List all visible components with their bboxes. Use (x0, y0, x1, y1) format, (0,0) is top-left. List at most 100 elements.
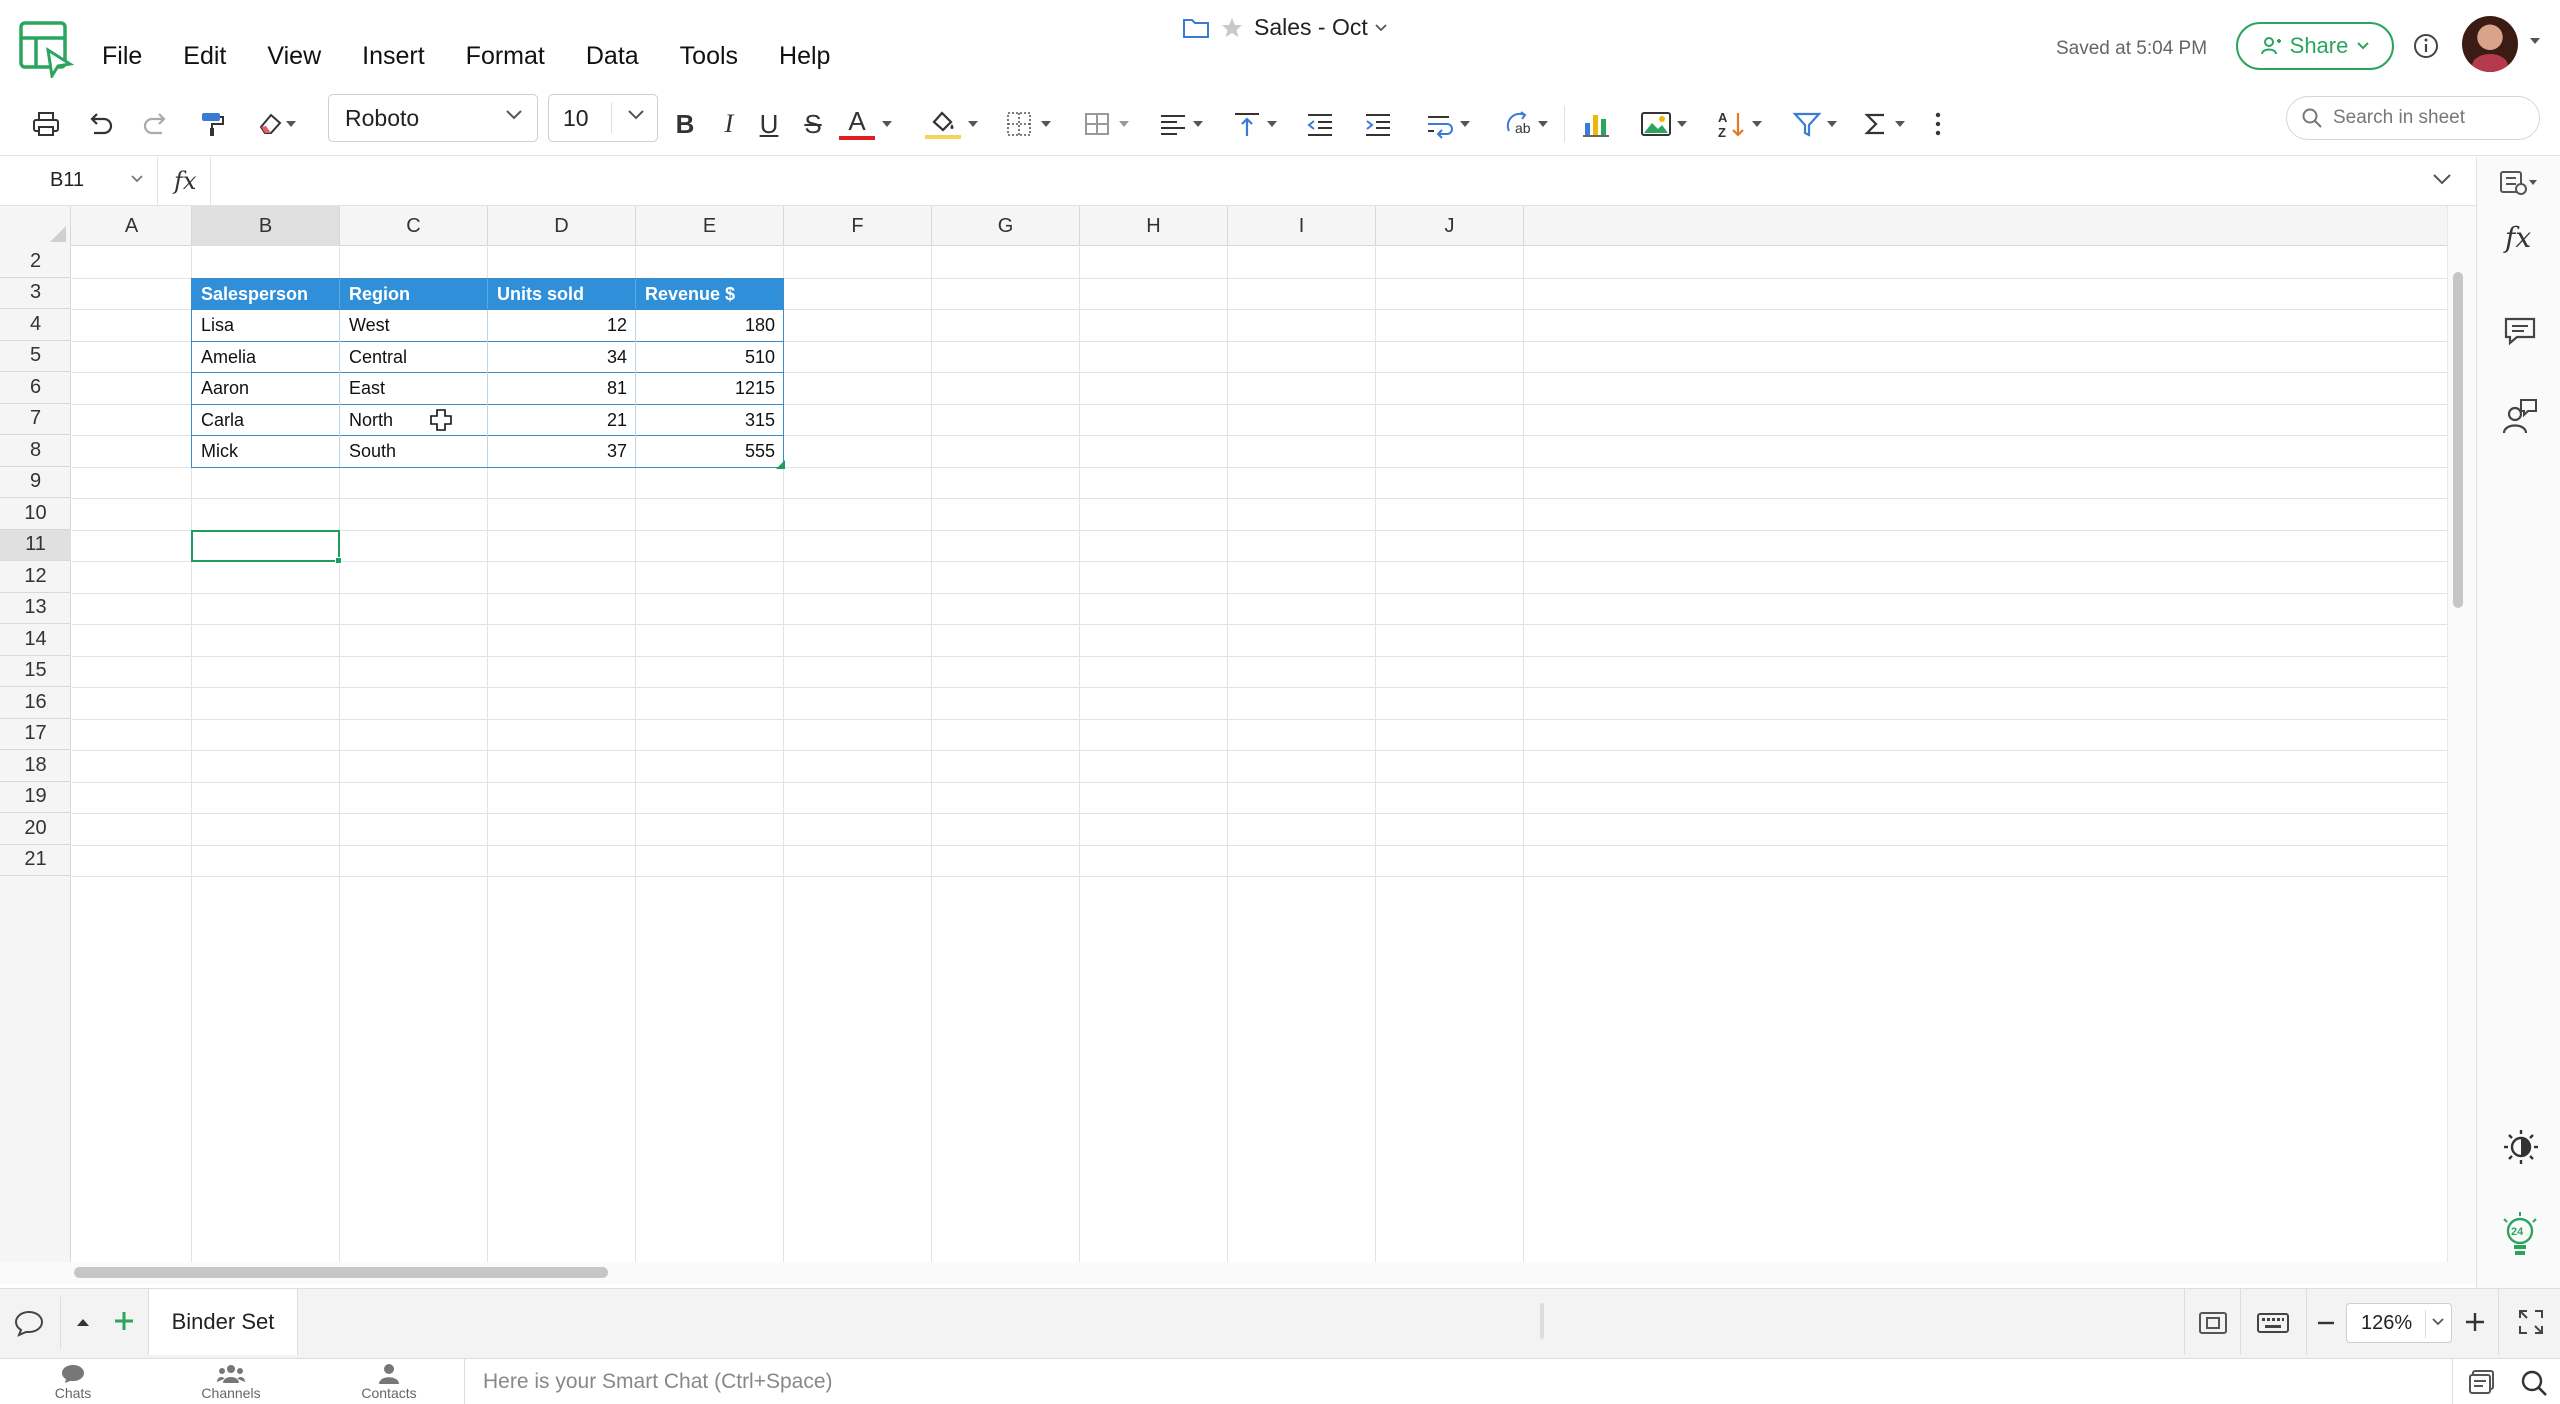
column-header-a[interactable]: A (72, 206, 192, 246)
select-all-corner[interactable] (0, 206, 71, 246)
strikethrough-button[interactable]: S (796, 104, 830, 144)
panel-settings-icon[interactable] (2497, 167, 2541, 197)
menu-help[interactable]: Help (779, 42, 830, 71)
row-header-21[interactable]: 21 (0, 845, 71, 876)
table-cell[interactable]: 1215 (636, 373, 784, 405)
zoom-in-icon[interactable] (2466, 1313, 2484, 1331)
channels-nav[interactable]: Channels (186, 1363, 276, 1401)
spreadsheet-grid[interactable]: ABCDEFGHIJ 2 3 4 5 6 7 8 9 10 11 12 13 14 15 16 17 18 19 2… (0, 206, 2447, 1263)
table-cell[interactable]: 555 (636, 436, 784, 468)
column-header-h[interactable]: H (1080, 206, 1228, 246)
borders-button[interactable] (998, 104, 1058, 144)
table-cell[interactable]: 12 (488, 310, 636, 342)
collaborators-icon[interactable] (2501, 397, 2539, 437)
column-header-j[interactable]: J (1376, 206, 1524, 246)
menu-format[interactable]: Format (466, 42, 545, 71)
row-header-20[interactable]: 20 (0, 813, 71, 845)
decrease-indent-icon[interactable] (1302, 104, 1338, 144)
cell-area[interactable]: Salesperson Region Units sold Revenue $ Lisa… (72, 247, 2447, 1263)
cell-name-box[interactable]: B11 (0, 157, 158, 205)
function-icon[interactable]: fx (174, 167, 196, 195)
table-header-cell[interactable]: Revenue $ (636, 278, 784, 310)
menu-insert[interactable]: Insert (362, 42, 425, 71)
menu-tools[interactable]: Tools (680, 42, 738, 71)
table-cell[interactable]: 34 (488, 342, 636, 374)
lightbulb-assistant-icon[interactable]: 24 (2499, 1211, 2541, 1259)
folder-icon[interactable] (1182, 17, 1210, 39)
table-cell[interactable]: Aaron (192, 373, 340, 405)
zoom-select[interactable]: 126% (2346, 1303, 2452, 1343)
column-header-d[interactable]: D (488, 206, 636, 246)
theme-contrast-icon[interactable] (2503, 1129, 2539, 1165)
clear-format-icon[interactable] (248, 104, 304, 144)
table-cell[interactable]: Mick (192, 436, 340, 468)
function-panel-icon[interactable]: fx (2505, 221, 2531, 254)
chevron-down-icon[interactable] (2528, 36, 2542, 46)
font-family-select[interactable]: Roboto (328, 94, 538, 142)
caret-up-icon[interactable] (76, 1317, 90, 1327)
keyboard-icon[interactable] (2256, 1311, 2290, 1335)
column-header-i[interactable]: I (1228, 206, 1376, 246)
zoom-out-icon[interactable] (2318, 1321, 2334, 1325)
insert-image-button[interactable] (1634, 104, 1694, 144)
table-cell[interactable]: 81 (488, 373, 636, 405)
table-cell[interactable]: Central (340, 342, 488, 374)
row-header-15[interactable]: 15 (0, 656, 71, 687)
row-header-19[interactable]: 19 (0, 782, 71, 813)
page-view-icon[interactable] (2198, 1311, 2228, 1335)
vertical-align-button[interactable] (1226, 104, 1284, 144)
smart-chat-input[interactable]: Here is your Smart Chat (Ctrl+Space) (464, 1359, 2444, 1404)
menu-data[interactable]: Data (586, 42, 639, 71)
chevron-down-icon[interactable] (1374, 23, 1388, 33)
chevron-down-icon[interactable] (2432, 173, 2452, 187)
table-cell[interactable]: Carla (192, 405, 340, 437)
table-header-cell[interactable]: Salesperson (192, 278, 340, 310)
contacts-nav[interactable]: Contacts (344, 1363, 434, 1401)
autosum-button[interactable] (1856, 104, 1912, 144)
table-cell[interactable]: Lisa (192, 310, 340, 342)
table-resize-handle[interactable] (776, 459, 785, 469)
row-header-9[interactable]: 9 (0, 467, 71, 498)
menu-edit[interactable]: Edit (183, 42, 226, 71)
insert-chart-icon[interactable] (1578, 104, 1614, 144)
user-avatar[interactable] (2462, 16, 2518, 72)
row-header-18[interactable]: 18 (0, 750, 71, 782)
row-header-16[interactable]: 16 (0, 687, 71, 719)
table-cell[interactable]: Amelia (192, 342, 340, 374)
chats-nav[interactable]: Chats (28, 1363, 118, 1401)
row-header-2[interactable]: 2 (0, 246, 71, 278)
print-icon[interactable] (28, 104, 64, 144)
row-header-12[interactable]: 12 (0, 561, 71, 593)
star-icon[interactable] (1220, 16, 1244, 40)
fill-color-button[interactable] (920, 104, 984, 144)
row-header-7[interactable]: 7 (0, 404, 71, 435)
search-icon[interactable] (2520, 1369, 2548, 1397)
column-header-g[interactable]: G (932, 206, 1080, 246)
comments-icon[interactable] (2503, 315, 2537, 347)
selected-cell[interactable] (191, 529, 340, 562)
row-header-13[interactable]: 13 (0, 593, 71, 624)
row-header-3[interactable]: 3 (0, 278, 71, 309)
column-header-b[interactable]: B (192, 206, 340, 246)
column-header-e[interactable]: E (636, 206, 784, 246)
menu-view[interactable]: View (267, 42, 321, 71)
share-button[interactable]: Share (2236, 22, 2394, 70)
underline-button[interactable]: U (752, 104, 786, 144)
table-header-cell[interactable]: Units sold (488, 278, 636, 310)
more-options-icon[interactable] (1926, 104, 1950, 144)
table-cell[interactable]: 37 (488, 436, 636, 468)
notes-icon[interactable] (2468, 1369, 2496, 1395)
table-cell[interactable]: 315 (636, 405, 784, 437)
row-header-10[interactable]: 10 (0, 498, 71, 530)
row-header-14[interactable]: 14 (0, 624, 71, 656)
document-title-text[interactable]: Sales - Oct (1254, 14, 1368, 41)
add-sheet-icon[interactable] (112, 1309, 136, 1333)
table-cell[interactable]: South (340, 436, 488, 468)
vertical-scroll-thumb[interactable] (2453, 272, 2463, 608)
row-header-11[interactable]: 11 (0, 529, 71, 561)
table-cell[interactable]: 21 (488, 405, 636, 437)
row-header-17[interactable]: 17 (0, 719, 71, 750)
bold-button[interactable]: B (668, 104, 702, 144)
table-cell[interactable]: West (340, 310, 488, 342)
table-header-cell[interactable]: Region (340, 278, 488, 310)
